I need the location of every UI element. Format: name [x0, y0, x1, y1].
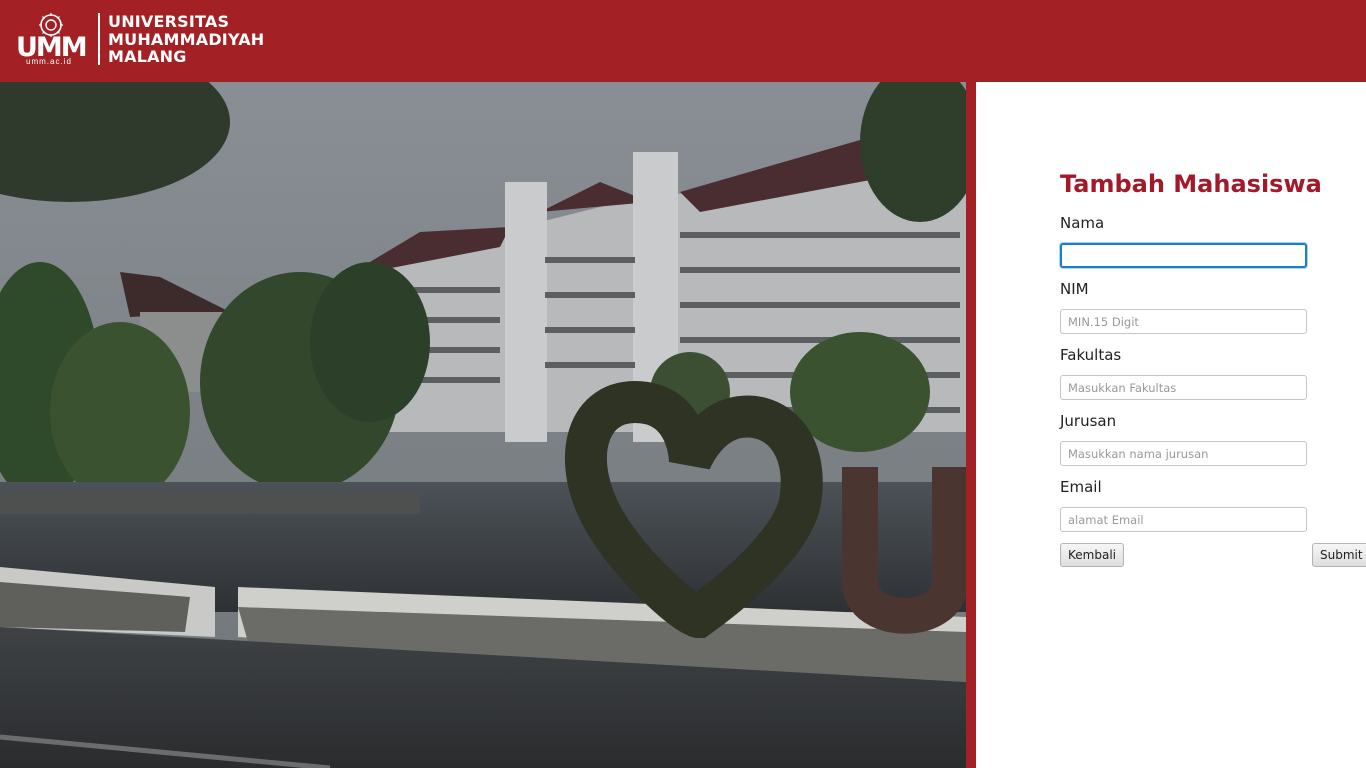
photo-panel-edge: [966, 82, 976, 768]
university-line-3: MALANG: [108, 47, 187, 66]
logo-domain: umm.ac.id: [26, 57, 72, 66]
form-title: Tambah Mahasiswa: [1060, 170, 1322, 198]
major-input[interactable]: [1060, 441, 1307, 466]
university-line-1: UNIVERSITAS: [108, 12, 230, 31]
university-line-2: MUHAMMADIYAH: [108, 29, 265, 49]
nim-input[interactable]: [1060, 309, 1307, 334]
umm-logo[interactable]: UMM umm.ac.id: [16, 12, 90, 68]
site-header: UMM umm.ac.id UNIVERSITAS MUHAMMADIYAH M…: [0, 0, 1366, 82]
university-name: UNIVERSITAS MUHAMMADIYAH MALANG: [108, 13, 264, 66]
nim-label: NIM: [1060, 280, 1089, 298]
logo-divider: [98, 13, 100, 65]
email-input[interactable]: [1060, 507, 1307, 532]
faculty-input[interactable]: [1060, 375, 1307, 400]
name-label: Nama: [1060, 214, 1105, 232]
faculty-label: Fakultas: [1060, 346, 1122, 364]
back-button[interactable]: Kembali: [1060, 543, 1124, 567]
email-label: Email: [1060, 478, 1102, 496]
campus-photo-illustration: [0, 82, 966, 768]
major-label: Jurusan: [1060, 412, 1117, 430]
campus-photo: [0, 82, 966, 768]
submit-button[interactable]: Submit: [1312, 543, 1366, 567]
name-input[interactable]: [1060, 243, 1307, 268]
